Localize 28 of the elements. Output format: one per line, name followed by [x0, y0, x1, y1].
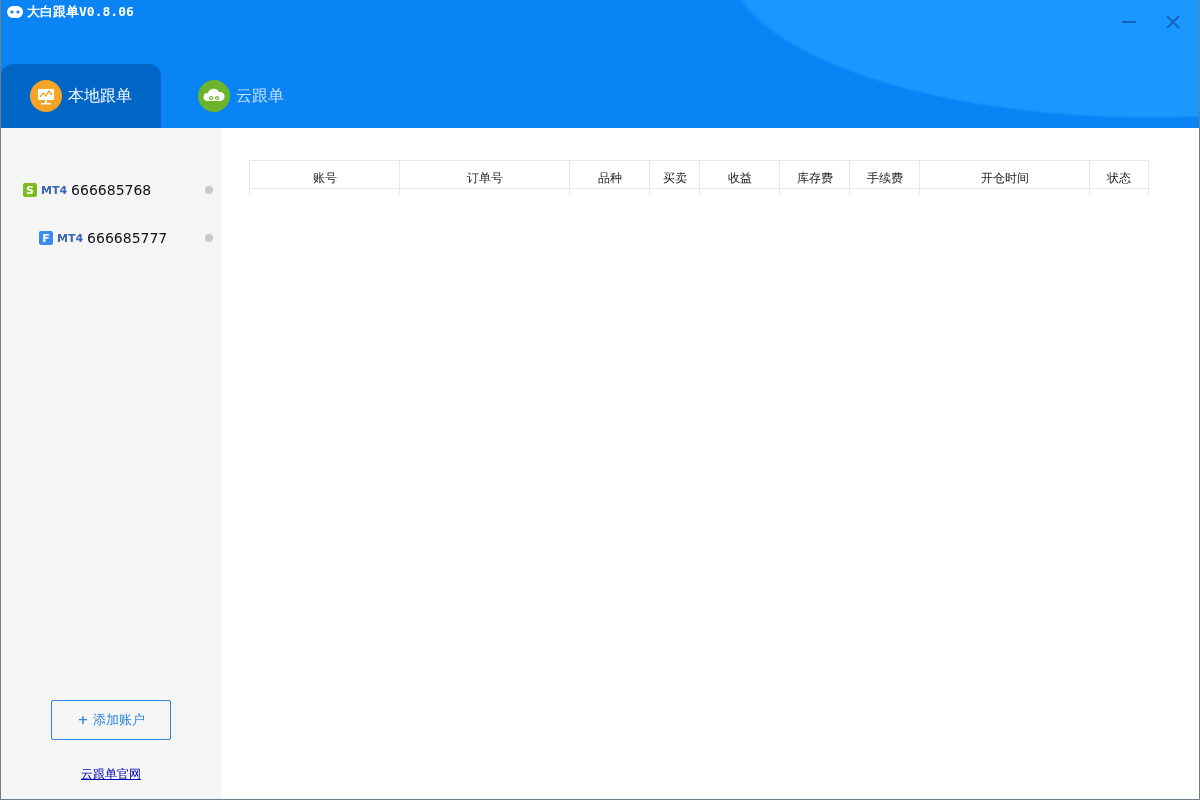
- column-header: 品种: [569, 161, 649, 189]
- website-link[interactable]: 云跟单官网: [77, 766, 145, 783]
- account-number: 666685768: [71, 182, 152, 198]
- account-item[interactable]: F MT4 666685777: [1, 214, 221, 262]
- tab[interactable]: 本地跟单: [1, 64, 161, 128]
- column-header: 开仓时间: [919, 161, 1089, 189]
- close-icon: [1165, 14, 1181, 30]
- window-title: 大白跟单V0.8.06: [27, 3, 134, 21]
- monitor-icon: [30, 80, 62, 112]
- column-header: 买卖: [649, 161, 699, 189]
- add-account-button[interactable]: + 添加账户: [51, 700, 171, 740]
- account-number: 666685777: [87, 230, 168, 246]
- column-header: 订单号: [399, 161, 569, 189]
- column-header: 账号: [249, 161, 399, 189]
- platform-label: MT4: [41, 183, 68, 197]
- column-header: 状态: [1089, 161, 1149, 189]
- platform-label: MT4: [57, 231, 84, 245]
- account-item[interactable]: S MT4 666685768: [1, 166, 221, 214]
- status-dot: [205, 234, 213, 242]
- minimize-icon: [1121, 21, 1137, 23]
- account-badge: S: [23, 183, 37, 197]
- status-dot: [205, 186, 213, 194]
- column-header: 手续费: [849, 161, 919, 189]
- app-logo-icon: [7, 6, 23, 18]
- cloud-icon: [198, 80, 230, 112]
- column-header: 库存费: [779, 161, 849, 189]
- column-header: 收益: [699, 161, 779, 189]
- account-badge: F: [39, 231, 53, 245]
